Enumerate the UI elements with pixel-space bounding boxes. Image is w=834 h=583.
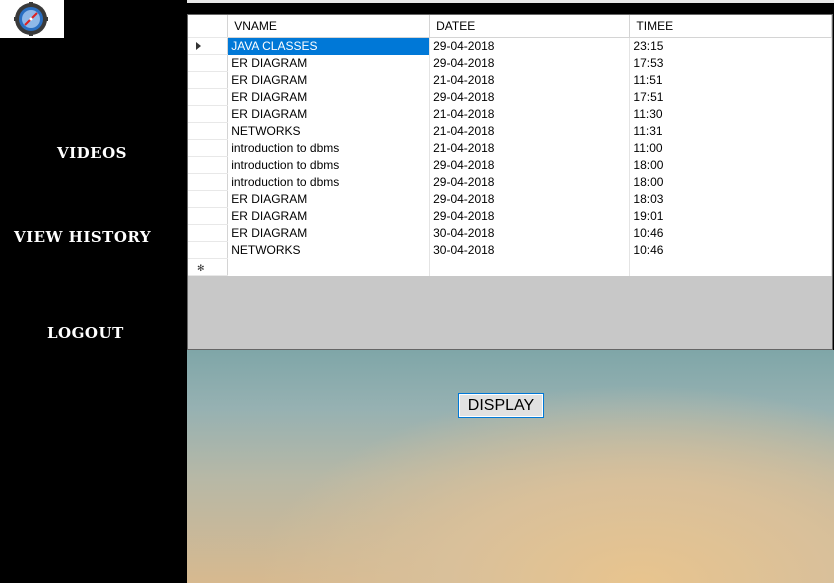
row-header[interactable] [188, 54, 229, 72]
nav-view-history[interactable]: VIEW HISTORY [14, 228, 151, 246]
table-row[interactable]: introduction to dbms 21-04-2018 11:00 [188, 139, 832, 157]
history-data-grid[interactable]: VNAME DATEE TIMEE JAVA CLASSES 29-04-2018… [187, 14, 833, 350]
cell-datee[interactable]: 29-04-2018 [429, 54, 631, 72]
cell-timee[interactable]: 19:01 [629, 207, 832, 225]
table-row[interactable]: ER DIAGRAM 29-04-2018 19:01 [188, 207, 832, 225]
cell-datee[interactable]: 29-04-2018 [429, 88, 631, 106]
cell-datee[interactable]: 29-04-2018 [429, 173, 631, 191]
table-row[interactable]: ER DIAGRAM 21-04-2018 11:51 [188, 71, 832, 89]
logo [0, 0, 64, 38]
table-row[interactable]: ER DIAGRAM 30-04-2018 10:46 [188, 224, 832, 242]
new-row-cell[interactable] [629, 258, 832, 276]
row-header[interactable] [188, 37, 229, 55]
table-row[interactable]: introduction to dbms 29-04-2018 18:00 [188, 173, 832, 191]
cell-datee[interactable]: 29-04-2018 [429, 190, 631, 208]
cell-datee[interactable]: 21-04-2018 [429, 139, 631, 157]
table-row[interactable]: introduction to dbms 29-04-2018 18:00 [188, 156, 832, 174]
row-header[interactable] [188, 105, 229, 123]
cell-vname[interactable]: introduction to dbms [227, 156, 431, 174]
cell-vname[interactable]: NETWORKS [227, 241, 431, 259]
cell-vname[interactable]: ER DIAGRAM [227, 88, 431, 106]
column-header-datee[interactable]: DATEE [429, 15, 631, 38]
cell-timee[interactable]: 17:53 [629, 54, 832, 72]
cell-timee[interactable]: 11:30 [629, 105, 832, 123]
row-header[interactable] [188, 241, 229, 259]
new-row-cell[interactable] [227, 258, 431, 276]
cell-datee[interactable]: 29-04-2018 [429, 207, 631, 225]
row-header[interactable] [188, 88, 229, 106]
cell-timee[interactable]: 11:00 [629, 139, 832, 157]
table-row[interactable]: ER DIAGRAM 29-04-2018 17:51 [188, 88, 832, 106]
nav-logout[interactable]: LOGOUT [47, 324, 124, 342]
display-button[interactable]: DISPLAY [458, 393, 544, 418]
row-header[interactable]: ✻ [188, 258, 229, 276]
row-header[interactable] [188, 190, 229, 208]
cell-datee[interactable]: 30-04-2018 [429, 241, 631, 259]
cell-vname[interactable]: ER DIAGRAM [227, 105, 431, 123]
table-row[interactable]: ER DIAGRAM 29-04-2018 17:53 [188, 54, 832, 72]
cell-datee[interactable]: 21-04-2018 [429, 105, 631, 123]
table-row[interactable]: NETWORKS 30-04-2018 10:46 [188, 241, 832, 259]
cell-timee[interactable]: 11:31 [629, 122, 832, 140]
cell-timee[interactable]: 18:00 [629, 156, 832, 174]
row-pointer-icon [196, 42, 201, 50]
row-header[interactable] [188, 122, 229, 140]
sidebar: VIDEOS VIEW HISTORY LOGOUT [0, 0, 187, 583]
cell-datee[interactable]: 21-04-2018 [429, 122, 631, 140]
cell-timee[interactable]: 18:03 [629, 190, 832, 208]
grid-corner-header[interactable] [188, 15, 229, 38]
logo-compass-gear-icon [14, 2, 48, 36]
cell-timee[interactable]: 18:00 [629, 173, 832, 191]
new-row-icon: ✻ [197, 263, 205, 273]
column-header-timee[interactable]: TIMEE [629, 15, 832, 38]
cell-datee[interactable]: 29-04-2018 [429, 37, 631, 55]
cell-timee[interactable]: 23:15 [629, 37, 832, 55]
new-row[interactable]: ✻ [188, 258, 832, 276]
grid-header-row: VNAME DATEE TIMEE [188, 15, 832, 38]
cell-timee[interactable]: 10:46 [629, 241, 832, 259]
new-row-cell[interactable] [429, 258, 631, 276]
row-header[interactable] [188, 207, 229, 225]
cell-datee[interactable]: 21-04-2018 [429, 71, 631, 89]
background-image [187, 350, 834, 583]
cell-vname[interactable]: introduction to dbms [227, 173, 431, 191]
cell-timee[interactable]: 17:51 [629, 88, 832, 106]
row-header[interactable] [188, 71, 229, 89]
cell-vname[interactable]: introduction to dbms [227, 139, 431, 157]
table-row[interactable]: ER DIAGRAM 21-04-2018 11:30 [188, 105, 832, 123]
cell-vname[interactable]: ER DIAGRAM [227, 54, 431, 72]
cell-datee[interactable]: 29-04-2018 [429, 156, 631, 174]
cell-timee[interactable]: 10:46 [629, 224, 832, 242]
cell-vname[interactable]: ER DIAGRAM [227, 71, 431, 89]
cell-datee[interactable]: 30-04-2018 [429, 224, 631, 242]
cell-vname[interactable]: ER DIAGRAM [227, 224, 431, 242]
row-header[interactable] [188, 139, 229, 157]
row-header[interactable] [188, 173, 229, 191]
row-header[interactable] [188, 156, 229, 174]
table-row[interactable]: JAVA CLASSES 29-04-2018 23:15 [188, 37, 832, 55]
column-header-vname[interactable]: VNAME [227, 15, 431, 38]
nav-videos[interactable]: VIDEOS [57, 144, 127, 162]
table-row[interactable]: NETWORKS 21-04-2018 11:31 [188, 122, 832, 140]
cell-timee[interactable]: 11:51 [629, 71, 832, 89]
table-row[interactable]: ER DIAGRAM 29-04-2018 18:03 [188, 190, 832, 208]
cell-vname[interactable]: JAVA CLASSES [227, 37, 431, 55]
cell-vname[interactable]: ER DIAGRAM [227, 190, 431, 208]
cell-vname[interactable]: ER DIAGRAM [227, 207, 431, 225]
row-header[interactable] [188, 224, 229, 242]
cell-vname[interactable]: NETWORKS [227, 122, 431, 140]
